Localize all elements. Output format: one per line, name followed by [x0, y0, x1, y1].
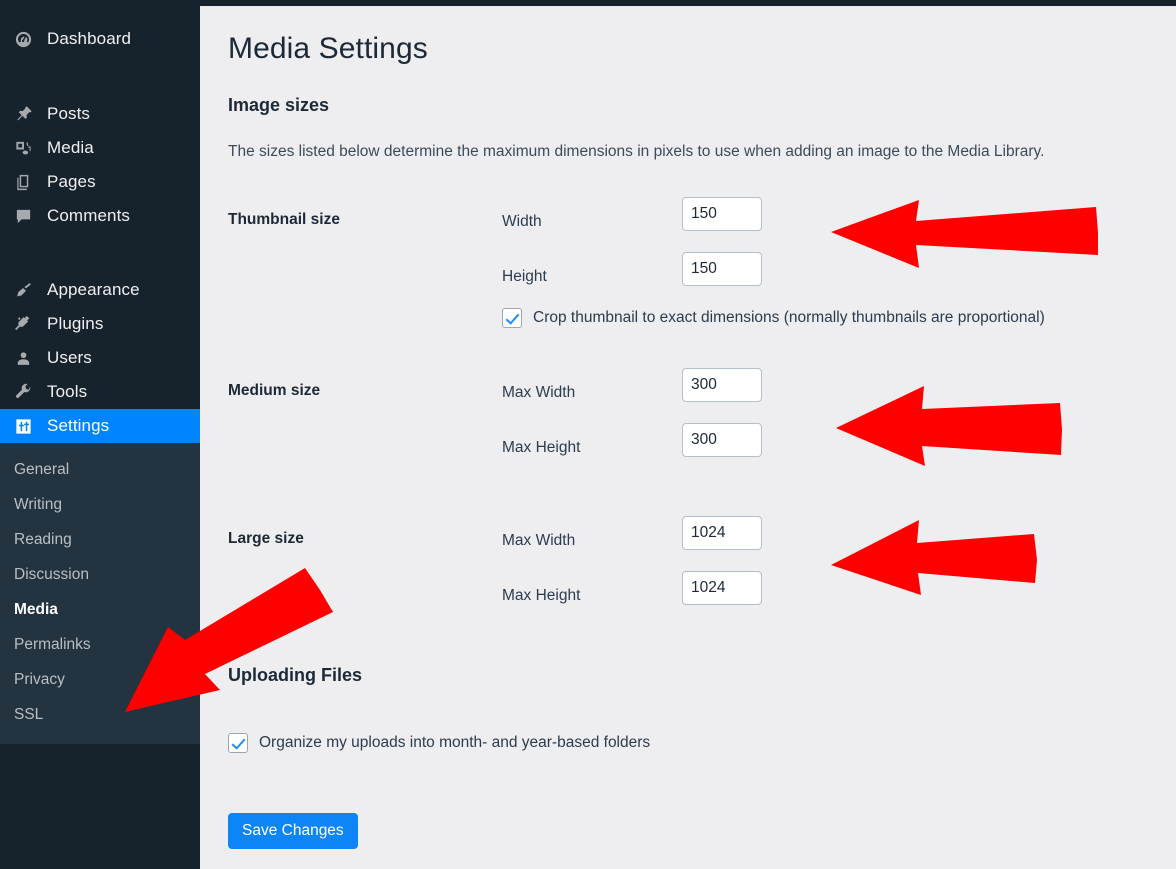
submenu-item-ssl[interactable]: SSL: [0, 697, 200, 732]
sidebar-item-settings[interactable]: Settings: [0, 409, 200, 443]
image-sizes-heading: Image sizes: [228, 95, 330, 115]
sidebar-item-tools[interactable]: Tools: [0, 375, 200, 409]
sidebar-item-media[interactable]: Media: [0, 131, 200, 165]
organize-uploads-checkbox[interactable]: [228, 733, 248, 753]
uploading-files-heading: Uploading Files: [228, 665, 363, 685]
pages-icon: [11, 172, 35, 192]
sidebar-item-label: Plugins: [47, 314, 104, 333]
admin-sidebar: Dashboard Posts Media Pages Comments App…: [0, 0, 200, 869]
settings-icon: [11, 416, 35, 436]
sidebar-item-label: Posts: [47, 104, 91, 123]
medium-max-width-label: Max Width: [502, 384, 576, 401]
large-max-width-input[interactable]: [682, 516, 762, 550]
thumbnail-size-label: Thumbnail size: [228, 211, 340, 228]
organize-uploads-row[interactable]: Organize my uploads into month- and year…: [228, 733, 650, 753]
organize-uploads-label: Organize my uploads into month- and year…: [259, 734, 651, 751]
submenu-item-general[interactable]: General: [0, 452, 200, 487]
medium-max-height-input[interactable]: [682, 423, 762, 457]
thumbnail-width-label: Width: [502, 213, 542, 230]
sidebar-item-label: Dashboard: [47, 29, 132, 48]
dashboard-icon: [11, 29, 35, 49]
large-max-height-label: Max Height: [502, 587, 581, 604]
sidebar-item-label: Tools: [47, 382, 88, 401]
sidebar-item-dashboard[interactable]: Dashboard: [0, 22, 200, 56]
user-icon: [11, 348, 35, 368]
sidebar-bottom-strip: [0, 859, 200, 869]
brush-icon: [11, 280, 35, 300]
sidebar-item-label: Media: [47, 138, 94, 157]
media-icon: [11, 138, 35, 158]
menu-separator: [0, 56, 200, 76]
large-size-label: Large size: [228, 530, 304, 547]
thumbnail-width-input[interactable]: [682, 197, 762, 231]
sidebar-item-appearance[interactable]: Appearance: [0, 273, 200, 307]
sidebar-item-comments[interactable]: Comments: [0, 199, 200, 233]
medium-max-width-input[interactable]: [682, 368, 762, 402]
sidebar-item-pages[interactable]: Pages: [0, 165, 200, 199]
large-max-width-label: Max Width: [502, 532, 576, 549]
crop-thumbnail-row[interactable]: Crop thumbnail to exact dimensions (norm…: [502, 308, 1045, 328]
submenu-item-permalinks[interactable]: Permalinks: [0, 627, 200, 662]
sidebar-item-label: Appearance: [47, 280, 140, 299]
medium-max-height-label: Max Height: [502, 439, 581, 456]
sidebar-item-label: Pages: [47, 172, 96, 191]
wrench-icon: [11, 382, 35, 402]
crop-thumbnail-checkbox[interactable]: [502, 308, 522, 328]
crop-thumbnail-label: Crop thumbnail to exact dimensions (norm…: [533, 309, 1045, 326]
save-changes-button[interactable]: Save Changes: [228, 813, 358, 849]
medium-size-label: Medium size: [228, 382, 321, 399]
submenu-item-discussion[interactable]: Discussion: [0, 557, 200, 592]
menu-separator: [0, 233, 200, 253]
sidebar-item-users[interactable]: Users: [0, 341, 200, 375]
plug-icon: [11, 314, 35, 334]
sidebar-item-label: Comments: [47, 206, 130, 225]
sidebar-item-label: Settings: [47, 416, 110, 435]
settings-submenu: General Writing Reading Discussion Media…: [0, 443, 200, 744]
sidebar-item-label: Users: [47, 348, 92, 367]
submenu-item-writing[interactable]: Writing: [0, 487, 200, 522]
submenu-item-media[interactable]: Media: [0, 592, 200, 627]
thumbnail-height-input[interactable]: [682, 252, 762, 286]
sidebar-item-plugins[interactable]: Plugins: [0, 307, 200, 341]
submenu-item-reading[interactable]: Reading: [0, 522, 200, 557]
sidebar-item-posts[interactable]: Posts: [0, 97, 200, 131]
comment-icon: [11, 206, 35, 226]
submenu-item-privacy[interactable]: Privacy: [0, 662, 200, 697]
wordpress-admin-screen: Dashboard Posts Media Pages Comments App…: [0, 0, 1176, 869]
thumbnail-height-label: Height: [502, 268, 547, 285]
pin-icon: [11, 104, 35, 124]
page-title: Media Settings: [228, 32, 428, 65]
large-max-height-input[interactable]: [682, 571, 762, 605]
image-sizes-description: The sizes listed below determine the max…: [228, 143, 1045, 160]
settings-content: Media Settings Image sizes The sizes lis…: [200, 6, 1176, 869]
admin-menu: Dashboard Posts Media Pages Comments App…: [0, 0, 200, 744]
